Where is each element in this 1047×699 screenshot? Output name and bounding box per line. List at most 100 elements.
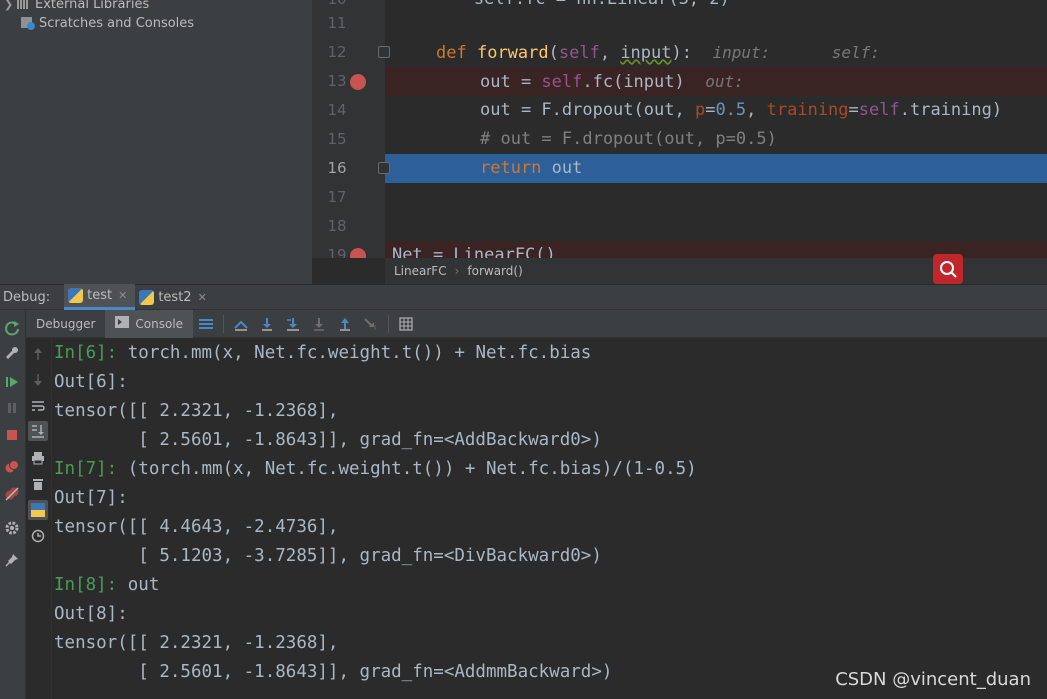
inline-hint-self: self: — [831, 43, 880, 62]
breadcrumb-separator-icon: › — [454, 264, 460, 278]
code-text: = — [848, 100, 859, 120]
console-text: tensor([[ 2.2321, -1.2368], — [54, 401, 339, 421]
console-icon — [115, 316, 130, 331]
console-line: [ 5.1203, -3.7285]], grad_fn=<DivBackwar… — [54, 542, 602, 571]
print-icon[interactable] — [28, 448, 48, 468]
run-to-cursor-icon[interactable]: I — [358, 310, 384, 338]
function-name: forward — [476, 43, 549, 63]
kwarg-name: training — [766, 100, 849, 120]
code-line[interactable]: 17 — [312, 183, 1047, 212]
step-over-icon[interactable] — [254, 310, 280, 338]
code-text: = — [705, 100, 716, 120]
line-number: 12 — [327, 43, 347, 61]
pin-icon[interactable] — [2, 550, 22, 570]
expand-arrow-icon[interactable]: ❯ — [4, 0, 16, 11]
line-number: 14 — [327, 101, 347, 119]
code-text: , — [746, 100, 767, 120]
resume-icon[interactable] — [2, 372, 22, 392]
evaluate-expression-icon[interactable] — [393, 310, 419, 338]
keyword: return — [480, 158, 542, 178]
close-icon[interactable]: ✕ — [118, 289, 127, 302]
console-output[interactable]: In[6]: torch.mm(x, Net.fc.weight.t()) + … — [52, 338, 1047, 699]
self-ref: self — [541, 72, 583, 92]
pause-icon[interactable] — [2, 398, 22, 418]
console-text: Out[7]: — [54, 488, 128, 508]
stop-icon[interactable] — [2, 425, 22, 445]
console-prompt: In[6]: — [54, 343, 118, 363]
fold-icon[interactable] — [378, 162, 390, 174]
code-text: out = F.dropout(out, — [480, 100, 695, 120]
tree-item-label: External Libraries — [35, 0, 150, 12]
console-line: [ 2.5601, -1.8643]], grad_fn=<AddmmBackw… — [54, 658, 612, 687]
trash-icon[interactable] — [28, 474, 48, 494]
tree-item-external-libraries[interactable]: ❯ External Libraries — [4, 0, 149, 14]
console-line: In[7]: (torch.mm(x, Net.fc.weight.t()) +… — [54, 455, 697, 484]
keyword: def — [436, 43, 467, 63]
fold-icon[interactable] — [378, 46, 390, 58]
tab-debugger[interactable]: Debugger — [26, 310, 105, 338]
step-into-my-code-icon[interactable] — [306, 310, 332, 338]
breakpoint-icon[interactable] — [350, 74, 366, 90]
code-line[interactable]: 14 out = F.dropout(out, p=0.5, training=… — [312, 96, 1047, 125]
tab-test[interactable]: test ✕ — [64, 284, 136, 310]
view-breakpoints-icon[interactable] — [2, 457, 22, 477]
code-text: ): — [671, 43, 692, 63]
number-literal: 0.5 — [715, 100, 747, 120]
breadcrumb-item-class[interactable]: LinearFC — [394, 264, 447, 278]
rerun-icon[interactable] — [2, 318, 22, 338]
breadcrumb-item-method[interactable]: forward() — [467, 264, 522, 278]
line-number: 18 — [327, 217, 347, 235]
console-text: tensor([[ 4.4643, -2.4736], — [54, 517, 339, 537]
console-line: In[6]: torch.mm(x, Net.fc.weight.t()) + … — [54, 339, 591, 368]
line-number: 11 — [327, 14, 347, 32]
code-line[interactable]: 18 — [312, 212, 1047, 241]
console-text: tensor([[ 2.2321, -1.2368], — [54, 633, 339, 653]
input-param: input — [620, 43, 672, 63]
svg-text:I: I — [374, 324, 376, 331]
inline-hint-input: input: — [712, 43, 771, 62]
soft-wrap-icon[interactable] — [28, 396, 48, 416]
kwarg-name: p — [694, 100, 706, 120]
search-icon[interactable] — [933, 254, 963, 284]
up-arrow-icon[interactable] — [28, 344, 48, 364]
code-text: out — [541, 158, 583, 178]
code-line[interactable]: 15 # out = F.dropout(out, p=0.5) — [312, 125, 1047, 154]
comment: # out = F.dropout(out, p=0.5) — [480, 129, 777, 149]
down-arrow-icon[interactable] — [28, 370, 48, 390]
code-text: .fc(input) — [582, 72, 685, 92]
step-into-icon[interactable] — [280, 310, 306, 338]
tab-label: Console — [135, 316, 184, 331]
code-line[interactable]: 12 def forward(self, input): input: self… — [312, 38, 1047, 67]
tab-label: test — [87, 288, 113, 303]
show-execution-point-icon[interactable] — [228, 310, 254, 338]
console-text: torch.mm(x, Net.fc.weight.t()) + Net.fc.… — [117, 343, 592, 363]
python-console-icon[interactable] — [28, 500, 48, 520]
code-line[interactable]: 16 return out — [312, 154, 1047, 183]
code-line[interactable]: 13 out = self.fc(input) out: — [312, 67, 1047, 96]
self-ref: self — [858, 100, 900, 120]
console-actions-strip — [26, 338, 52, 699]
console-line: Out[6]: — [54, 368, 128, 397]
breakpoint-icon[interactable] — [350, 248, 366, 258]
code-line[interactable]: 11 — [312, 9, 1047, 38]
code-editor[interactable]: 10 self.fc = nn.Linear(3, 2) 11 12 def f… — [312, 0, 1047, 258]
close-icon[interactable]: ✕ — [198, 291, 207, 304]
self-param: self — [558, 43, 600, 63]
tab-test2[interactable]: test2 ✕ — [135, 284, 214, 310]
tab-console[interactable]: Console — [105, 309, 194, 338]
layout-menu-icon[interactable] — [193, 310, 219, 338]
line-number: 16 — [327, 159, 347, 177]
console-text: (torch.mm(x, Net.fc.weight.t()) + Net.fc… — [117, 459, 697, 479]
mute-breakpoints-icon[interactable] — [2, 484, 22, 504]
scroll-to-end-icon[interactable] — [28, 421, 48, 441]
code-text: self.fc = nn.Linear(3, 2) — [392, 0, 730, 9]
console-line: tensor([[ 4.4643, -2.4736], — [54, 513, 338, 542]
toolbar-divider — [223, 314, 225, 333]
tree-item-scratches[interactable]: Scratches and Consoles — [20, 13, 194, 33]
scratches-icon — [20, 16, 36, 30]
history-clock-icon[interactable] — [28, 526, 48, 546]
wrench-icon[interactable] — [2, 343, 22, 363]
inline-hint-out: out: — [705, 72, 744, 91]
settings-gear-icon[interactable] — [2, 518, 22, 538]
step-out-icon[interactable] — [332, 310, 358, 338]
